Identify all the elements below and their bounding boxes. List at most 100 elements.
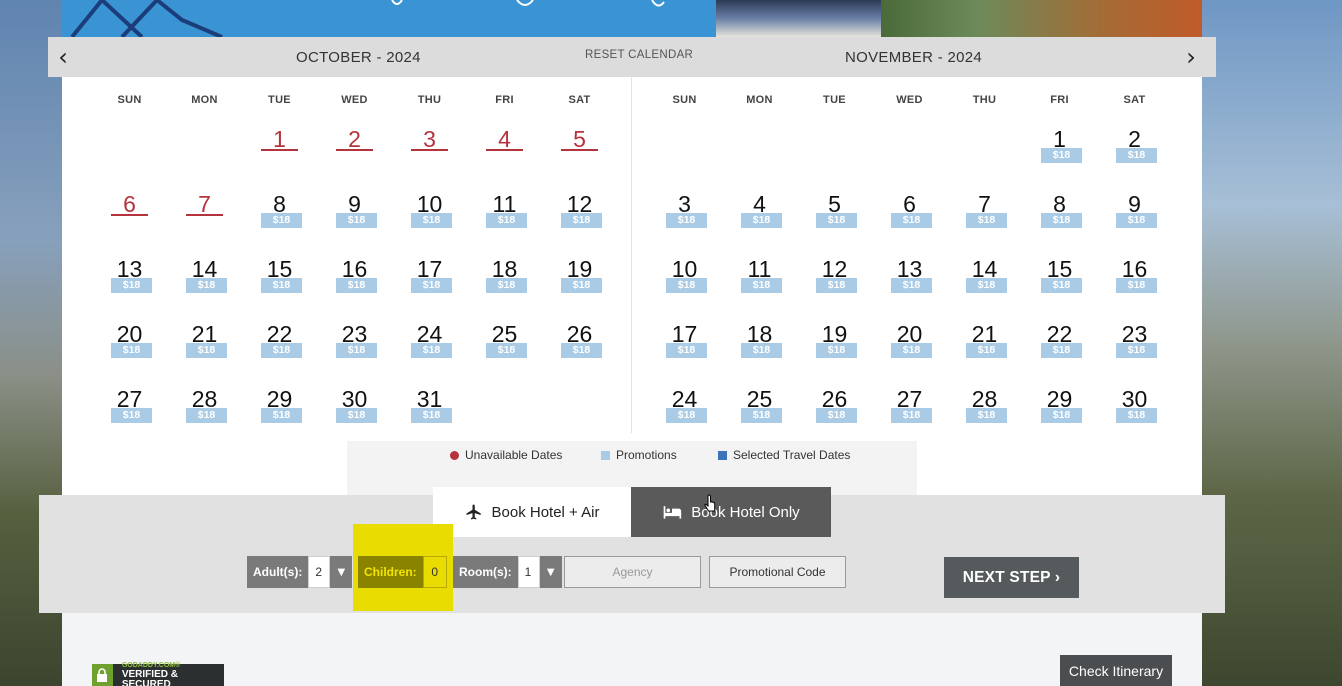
calendar-day[interactable]: 12 $18 xyxy=(797,253,872,318)
calendar-day[interactable]: 5 $18 xyxy=(797,188,872,253)
calendar-day[interactable]: 4 $18 xyxy=(722,188,797,253)
adults-value[interactable]: 2 xyxy=(308,556,331,588)
calendar-week-row: 10 $18 11 $18 12 $18 13 $18 14 $18 15 $18 16 $18 xyxy=(647,253,1172,318)
calendar-day[interactable]: 9 $18 xyxy=(317,188,392,253)
calendar-day[interactable]: 13 $18 xyxy=(92,253,167,318)
weekday-label: TUE xyxy=(268,93,291,106)
calendar-day[interactable]: 25 $18 xyxy=(722,383,797,448)
reset-calendar-button[interactable]: RESET CALENDAR xyxy=(585,49,693,61)
day-price-badge: $18 xyxy=(336,278,377,293)
weekday-label: THU xyxy=(417,93,442,106)
calendar-day[interactable]: 12 $18 xyxy=(542,188,617,253)
calendar-day[interactable]: 11 $18 xyxy=(467,188,542,253)
calendar-day[interactable]: 24 $18 xyxy=(647,383,722,448)
calendar-day[interactable]: 15 $18 xyxy=(242,253,317,318)
calendar-day[interactable]: 9 $18 xyxy=(1097,188,1172,253)
calendar-day[interactable]: 26 $18 xyxy=(542,318,617,383)
calendar-day[interactable]: 21 $18 xyxy=(167,318,242,383)
calendar-day[interactable]: 8 $18 xyxy=(1022,188,1097,253)
calendar-day[interactable]: 16 $18 xyxy=(1097,253,1172,318)
blue-square-icon xyxy=(718,450,727,460)
calendar-day[interactable]: 16 $18 xyxy=(317,253,392,318)
calendar-day[interactable]: 7 $18 xyxy=(947,188,1022,253)
calendar-day[interactable]: 23 $18 xyxy=(1097,318,1172,383)
calendar-day[interactable]: 30 $18 xyxy=(317,383,392,448)
calendar-day[interactable]: 3 $18 xyxy=(647,188,722,253)
agency-input[interactable]: Agency xyxy=(564,556,701,588)
rooms-label: Room(s): xyxy=(453,556,518,588)
calendar-day[interactable]: 25 $18 xyxy=(467,318,542,383)
month-grid-november: SUN MON TUE WED THU FRI SAT 1 $18 2 $18 3 $18 4 $18 5 $1… xyxy=(647,77,1172,448)
day-price-badge: $18 xyxy=(186,408,227,423)
calendar-day[interactable]: 22 $18 xyxy=(242,318,317,383)
legend-selected: Selected Travel Dates xyxy=(718,448,850,462)
calendar-week-row: 24 $18 25 $18 26 $18 27 $18 28 $18 29 $18 30 $18 xyxy=(647,383,1172,448)
calendar-day[interactable]: 19 $18 xyxy=(797,318,872,383)
calendar-day[interactable]: 10 $18 xyxy=(392,188,467,253)
calendar-day[interactable]: 28 $18 xyxy=(167,383,242,448)
legend-unavailable: Unavailable Dates xyxy=(450,448,562,462)
calendar-day[interactable]: 29 $18 xyxy=(242,383,317,448)
calendar-day[interactable]: 2 $18 xyxy=(1097,123,1172,188)
calendar-day[interactable]: 31 $18 xyxy=(392,383,467,448)
calendar-day[interactable]: 17 $18 xyxy=(392,253,467,318)
calendar-day-unavailable: 6 xyxy=(92,188,167,253)
calendar-day[interactable]: 14 $18 xyxy=(947,253,1022,318)
rooms-selector[interactable]: Room(s): 1 ▼ xyxy=(453,556,562,588)
calendar-day[interactable]: 29 $18 xyxy=(1022,383,1097,448)
tab-book-hotel-air[interactable]: Book Hotel + Air xyxy=(433,487,631,537)
legend-selected-label: Selected Travel Dates xyxy=(733,448,851,462)
calendar-day[interactable]: 22 $18 xyxy=(1022,318,1097,383)
check-itinerary-button[interactable]: Check Itinerary xyxy=(1060,655,1172,686)
calendar-day[interactable]: 14 $18 xyxy=(167,253,242,318)
calendar-day[interactable]: 27 $18 xyxy=(872,383,947,448)
calendar-day[interactable]: 1 $18 xyxy=(1022,123,1097,188)
children-selector[interactable]: Children: 0 xyxy=(358,556,447,588)
rooms-value[interactable]: 1 xyxy=(517,556,540,588)
calendar-day[interactable]: 24 $18 xyxy=(392,318,467,383)
calendar-day[interactable]: 18 $18 xyxy=(467,253,542,318)
calendar-day[interactable]: 21 $18 xyxy=(947,318,1022,383)
day-price-badge: $18 xyxy=(1041,343,1082,358)
calendar-day[interactable]: 27 $18 xyxy=(92,383,167,448)
calendar-day[interactable]: 19 $18 xyxy=(542,253,617,318)
calendar-day[interactable]: 15 $18 xyxy=(1022,253,1097,318)
day-price-badge: $18 xyxy=(336,213,377,228)
calendar-day[interactable]: 18 $18 xyxy=(722,318,797,383)
godaddy-verified-badge[interactable]: GODADDY.COM® VERIFIED & SECURED xyxy=(92,662,224,686)
adults-dropdown-toggle[interactable]: ▼ xyxy=(330,556,353,588)
calendar-day[interactable]: 23 $18 xyxy=(317,318,392,383)
day-price-badge: $18 xyxy=(111,408,152,423)
bed-icon xyxy=(662,504,682,520)
day-price-badge: $18 xyxy=(186,343,227,358)
weekday-label: SUN xyxy=(672,93,697,106)
caret-down-icon: ▼ xyxy=(546,566,555,578)
day-price-badge: $18 xyxy=(336,343,377,358)
day-price-badge: $18 xyxy=(741,278,782,293)
calendar-day[interactable]: 6 $18 xyxy=(872,188,947,253)
next-month-button[interactable]: › xyxy=(1176,41,1206,73)
calendar-day[interactable]: 11 $18 xyxy=(722,253,797,318)
calendar-day[interactable]: 13 $18 xyxy=(872,253,947,318)
day-price-badge: $18 xyxy=(891,278,932,293)
calendar-day[interactable]: 17 $18 xyxy=(647,318,722,383)
day-price-badge: $18 xyxy=(891,408,932,423)
calendar-day[interactable]: 8 $18 xyxy=(242,188,317,253)
calendar-week-row: 13 $18 14 $18 15 $18 16 $18 17 $18 18 $18 19 $18 xyxy=(92,253,617,318)
prev-month-button[interactable]: ‹ xyxy=(48,41,78,73)
day-price-badge: $18 xyxy=(666,343,707,358)
calendar-day[interactable]: 30 $18 xyxy=(1097,383,1172,448)
calendar-day[interactable]: 20 $18 xyxy=(872,318,947,383)
calendar-day[interactable]: 20 $18 xyxy=(92,318,167,383)
children-value[interactable]: 0 xyxy=(422,556,447,588)
calendar-day[interactable]: 10 $18 xyxy=(647,253,722,318)
rooms-dropdown-toggle[interactable]: ▼ xyxy=(539,556,562,588)
adults-selector[interactable]: Adult(s): 2 ▼ xyxy=(247,556,353,588)
calendar-day[interactable]: 26 $18 xyxy=(797,383,872,448)
tab-book-hotel-only[interactable]: Book Hotel Only xyxy=(631,487,831,537)
promo-code-input[interactable]: Promotional Code xyxy=(709,556,846,588)
next-step-button[interactable]: NEXT STEP › xyxy=(944,557,1079,598)
day-price-badge: $18 xyxy=(891,213,932,228)
calendar-day[interactable]: 28 $18 xyxy=(947,383,1022,448)
day-price-badge: $18 xyxy=(891,343,932,358)
